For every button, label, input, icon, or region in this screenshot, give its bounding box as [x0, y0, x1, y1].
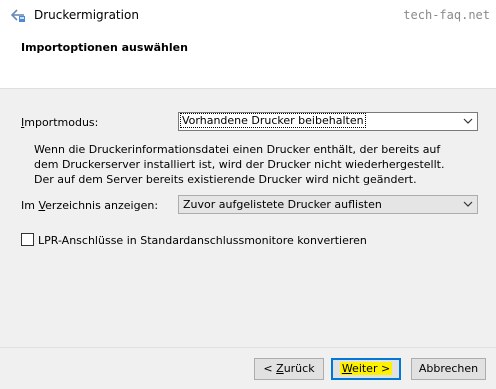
chevron-down-icon: [463, 118, 473, 124]
next-button-label: Weiter >: [339, 362, 393, 375]
watermark: tech-faq.net: [403, 8, 490, 22]
import-mode-description: Wenn die Druckerinformationsdatei einen …: [34, 143, 445, 186]
directory-dropdown[interactable]: Zuvor aufgelistete Drucker auflisten: [178, 195, 478, 214]
chevron-down-icon: [463, 201, 473, 207]
lpr-checkbox-label[interactable]: LPR-Anschlüsse in Standardanschlussmonit…: [38, 234, 367, 247]
back-arrow-icon[interactable]: [9, 6, 27, 24]
header-band: Importoptionen auswählen: [0, 31, 496, 89]
back-button[interactable]: < Zurück: [254, 358, 324, 380]
next-button[interactable]: Weiter >: [331, 358, 401, 380]
button-separator: [0, 347, 496, 348]
directory-selected: Zuvor aufgelistete Drucker auflisten: [183, 198, 382, 211]
cancel-button[interactable]: Abbrechen: [411, 358, 486, 380]
lpr-checkbox[interactable]: [21, 233, 34, 246]
directory-label: Im Verzeichnis anzeigen:: [21, 199, 159, 212]
printer-migration-window: Druckermigration tech-faq.net Importopti…: [0, 0, 496, 389]
import-mode-label: Importmodus:: [21, 116, 99, 129]
page-title: Importoptionen auswählen: [21, 41, 188, 54]
import-mode-selected: Vorhandene Drucker beibehalten: [180, 113, 366, 128]
import-mode-dropdown[interactable]: Vorhandene Drucker beibehalten: [178, 112, 478, 131]
window-title: Druckermigration: [34, 8, 139, 22]
title-bar: Druckermigration tech-faq.net: [0, 0, 496, 31]
